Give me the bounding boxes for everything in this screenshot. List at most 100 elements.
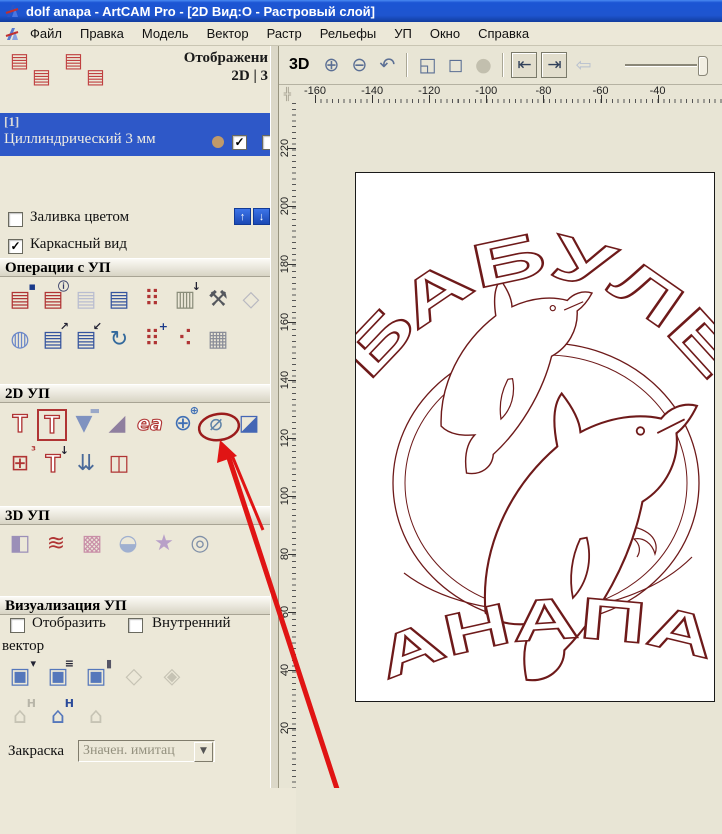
menu-bitmap[interactable]: Растр [259,24,310,43]
tool-database-icon[interactable]: ◍ [4,322,36,358]
toolpath-simulation-icon[interactable]: ◎ [184,526,216,562]
export-vector-icon[interactable]: ⇥ [541,52,567,78]
move-up-button[interactable]: ↑ [234,208,251,225]
section-3d-toolpaths[interactable]: 3D УП [0,506,270,525]
menu-window[interactable]: Окно [422,24,468,43]
ruler-label: 140 [279,367,291,393]
view-toolbar: 3D ⊕⊖↶◱◻●⇤⇥⇦ [279,46,722,85]
menu-model[interactable]: Модель [134,24,197,43]
shading-value: Значен. имитац [83,743,193,759]
toolpath-visible-checkbox[interactable]: ✓ [232,135,247,150]
transform-rotate-toolpath-icon[interactable]: ↻ [103,322,135,358]
load-toolpath-icon[interactable]: ▤↙ [70,322,102,358]
zoom-fit-icon[interactable]: ◻ [443,53,467,77]
show-simulation-checkbox[interactable] [10,618,25,633]
material-block-icon[interactable]: ◇ [235,282,267,318]
z-level-roughing-icon[interactable]: ◧ [4,526,36,562]
toolpath-list-item[interactable]: [1] Циллиндрический 3 мм ✓ [0,113,279,156]
nest-toolpath-icon[interactable]: ⠪ [169,322,201,358]
shading-select[interactable]: Значен. имитац ▼ [78,740,215,762]
zoom-out-icon[interactable]: ⊖ [347,53,371,77]
show-simulation-label: Отобразить [32,615,106,632]
menu-bar: Файл Правка Модель Вектор Растр Рельефы … [0,22,722,46]
machining-order-icon[interactable]: ⊞³ [4,446,36,482]
zoom-previous-icon[interactable]: ↶ [375,53,399,77]
move-down-button[interactable]: ↓ [253,208,270,225]
ruler-label: 60 [279,599,291,625]
inlay-toolpath-icon[interactable]: ◪ [233,406,265,442]
model-page: БАБУЛЕ АНАПА [355,172,715,702]
copy-toolpath-icon[interactable]: ⠿+ [136,322,168,358]
ruler-label: 180 [279,251,291,277]
drawing-viewport: БАБУЛЕ АНАПА [296,103,722,834]
drill-centres-icon[interactable]: ⊕⊕ [167,406,199,442]
profile-toolpath-icon[interactable]: T [4,406,36,442]
dolphin-vector-drawing: БАБУЛЕ АНАПА [356,173,714,701]
toolpath-template-icon[interactable]: ▤ [70,282,102,318]
document-logo-icon[interactable] [4,26,20,42]
ruler-label: -140 [361,85,383,97]
menu-reliefs[interactable]: Рельефы [312,24,385,43]
slider-handle[interactable] [698,56,708,76]
menu-toolpaths[interactable]: УП [386,24,420,43]
simulate-all-toolpaths-icon[interactable]: ▣≡ [42,659,74,695]
engraving-text-icon[interactable]: ea [134,406,166,442]
panel-splitter[interactable] [270,46,279,788]
section-2d-toolpaths[interactable]: 2D УП [0,384,270,403]
ruler-corner-grid-icon: ╬ [279,85,296,103]
menu-help[interactable]: Справка [470,24,537,43]
save-toolpath-as-icon[interactable]: ▤↗ [37,322,69,358]
dropdown-arrow-icon[interactable]: ▼ [194,742,213,762]
fill-color-checkbox[interactable] [8,212,23,227]
toolpaths-stack-icon: ▤ [32,68,51,86]
zoom-in-icon[interactable]: ⊕ [319,53,343,77]
toolpaths-stack-icon: ▤ [86,68,105,86]
drilling-toolpath-icon[interactable]: ⌀ [200,406,232,442]
v-bit-carving-icon[interactable]: ▼▬ [68,406,100,442]
toolpath-index: [1] [4,114,19,130]
save-block-icon: ⌂H [4,699,36,735]
ruler-label: -100 [475,85,497,97]
menu-file[interactable]: Файл [22,24,70,43]
save-block-as-icon[interactable]: ⌂H [42,699,74,735]
section-toolpath-operations[interactable]: Операции с УП [0,258,270,277]
toolpaths-stack-icon: ▤ [64,52,83,70]
inner-vector-checkbox[interactable] [128,618,143,633]
raster-vector-icon[interactable]: ◫ [103,446,135,482]
toolpath-color-swatch[interactable] [212,136,224,148]
machine-star-feature-icon[interactable]: ★ [148,526,180,562]
transform-toolpath-icon[interactable]: ⠿ [136,282,168,318]
zoom-selection-icon: ⇦ [571,53,595,77]
view-scale-slider[interactable] [625,55,709,75]
wireframe-checkbox[interactable]: ✓ [8,239,23,254]
bevelled-carving-icon[interactable]: ◢ [101,406,133,442]
raster-block-icon[interactable]: ▩ [76,526,108,562]
simulate-toolpath-icon[interactable]: ▣▾ [4,659,36,695]
edit-toolpath-icon[interactable]: ▤ [103,282,135,318]
ruler-label: 40 [279,657,291,683]
toolpath-name: Циллиндрический 3 мм [4,131,156,148]
ruler-label: 100 [279,483,291,509]
import-vector-icon[interactable]: ⇤ [511,52,537,78]
view-switch-2d-3d[interactable]: 2D | 3 [231,68,268,85]
simulate-block-icon[interactable]: ▣▮ [80,659,112,695]
feature-machining-icon[interactable]: ◒ [112,526,144,562]
menu-vector[interactable]: Вектор [199,24,257,43]
ruler-label: 120 [279,425,291,451]
vertical-ruler: 22020018016014012010080604020 [279,103,297,788]
zoom-window-icon[interactable]: ◱ [415,53,439,77]
drill-bank-icon[interactable]: ⇊ [70,446,102,482]
toolpath-templates-icon[interactable]: ▦ [202,322,234,358]
view-3d-button[interactable]: 3D [285,55,313,75]
save-toolpath-icon[interactable]: ▤▪ [4,282,36,318]
toolpath-summary-icon[interactable]: ▤ⓘ [37,282,69,318]
delete-block-icon: ◇ [118,659,150,695]
window-title: dolf anapa - ArtCAM Pro - [2D Вид:O - Ра… [26,4,375,19]
area-clearance-toolpath-icon[interactable]: T [37,409,67,441]
machine-tools-icon[interactable]: ⚒ [202,282,234,318]
toolpath-list-icon[interactable]: ▥↓ [169,282,201,318]
machine-relief-icon[interactable]: ≋ [40,526,72,562]
section-toolpath-simulation[interactable]: Визуализация УП [0,596,270,615]
menu-edit[interactable]: Правка [72,24,132,43]
male-female-inlay-icon[interactable]: T↓ [37,446,69,482]
